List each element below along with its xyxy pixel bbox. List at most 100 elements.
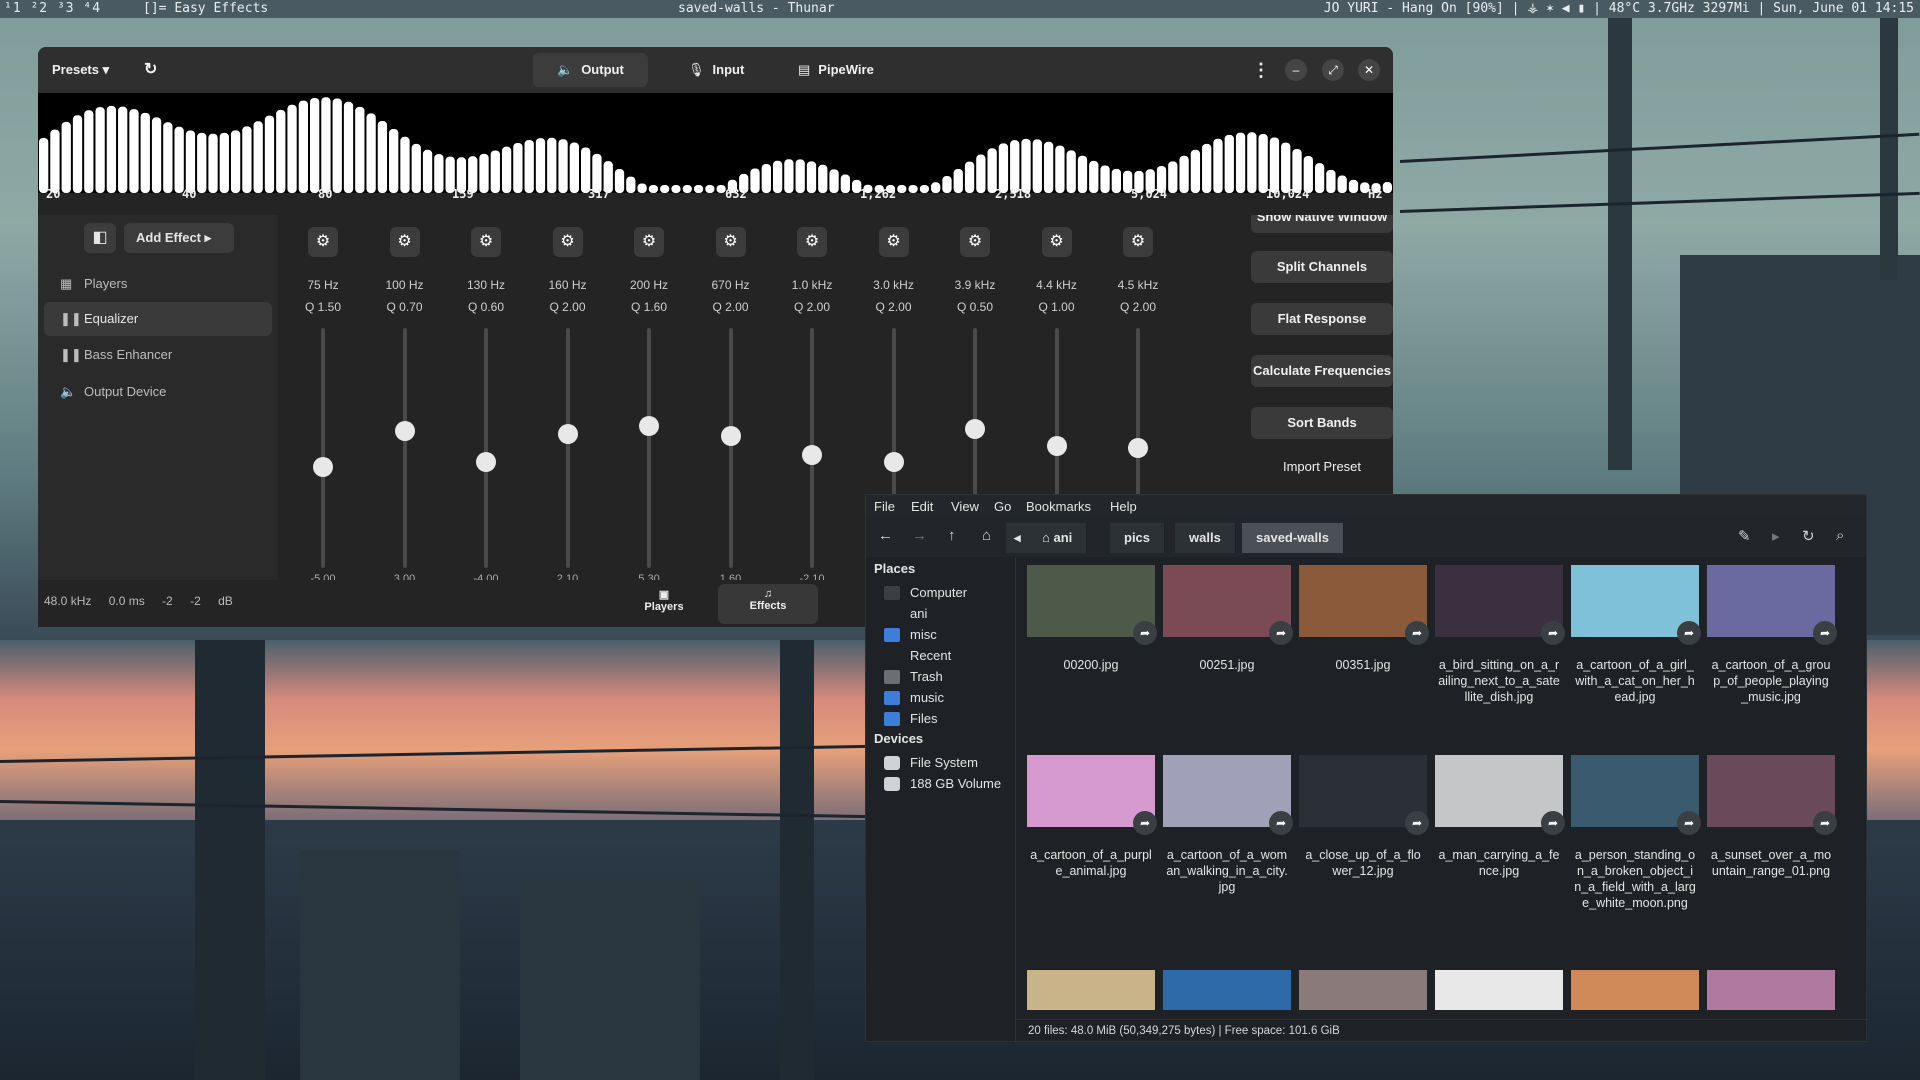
gear-icon[interactable]: ⚙ (960, 227, 990, 257)
file-item[interactable]: ➦ a_cartoon_of_a_girl_with_a_cat_on_her_h… (1570, 565, 1701, 705)
search-icon[interactable]: ⌕ (1836, 527, 1844, 544)
breadcrumb-ani[interactable]: ⌂ ani (1028, 523, 1088, 553)
place-files[interactable]: Files (884, 709, 937, 729)
footer-tab-players[interactable]: ▣ Players (614, 584, 714, 624)
file-thumbnail[interactable] (1299, 970, 1427, 1010)
breadcrumb-scroll-right-icon[interactable]: ▸ (1772, 527, 1780, 545)
gear-icon[interactable]: ⚙ (634, 227, 664, 257)
gear-icon[interactable]: ⚙ (878, 227, 909, 257)
file-item[interactable]: ➦ a_cartoon_of_a_woman_walking_in_a_city.… (1162, 755, 1293, 895)
file-thumbnail[interactable] (1163, 970, 1291, 1010)
footer-tab-effects[interactable]: ♫ Effects (718, 584, 818, 624)
flat-response-button[interactable]: Flat Response (1251, 303, 1393, 335)
breadcrumb-pics[interactable]: pics (1110, 523, 1166, 553)
menu-edit[interactable]: Edit (911, 499, 933, 514)
add-effect-button[interactable]: Add Effect ▸ (124, 223, 234, 253)
sidebar-toggle-button[interactable]: ◧ (84, 223, 116, 253)
reload-icon[interactable]: ↻ (1802, 527, 1815, 545)
file-item[interactable]: ➦ a_sunset_over_a_mountain_range_01.png (1706, 755, 1837, 879)
home-icon[interactable]: ⌂ (982, 527, 991, 544)
sidebar-item-output-device[interactable]: 🔈 Output Device (44, 375, 272, 409)
presets-menu-button[interactable]: Presets ▾ (52, 53, 109, 87)
file-item[interactable]: ➦ 00351.jpg (1298, 565, 1429, 673)
gear-icon[interactable]: ⚙ (797, 227, 827, 257)
file-name: 00251.jpg (1199, 658, 1255, 672)
maximize-button[interactable]: ⤢ (1322, 59, 1344, 81)
file-item[interactable]: ➦ 00200.jpg (1026, 565, 1157, 673)
show-native-window-button[interactable]: Show Native Window (1251, 215, 1393, 233)
band-slider-track[interactable] (647, 328, 651, 568)
edit-location-icon[interactable]: ✎ (1738, 527, 1751, 545)
import-preset-button[interactable]: Import Preset (1251, 451, 1393, 483)
file-thumbnail[interactable] (1707, 970, 1835, 1010)
menu-go[interactable]: Go (994, 499, 1011, 514)
breadcrumb-walls[interactable]: walls (1175, 523, 1236, 553)
band-slider-knob[interactable] (883, 452, 904, 473)
file-thumbnail[interactable] (1571, 970, 1699, 1010)
band-slider-track[interactable] (728, 328, 733, 568)
tab-input[interactable]: 🎙 Input (688, 53, 744, 87)
place-music[interactable]: music (884, 688, 944, 708)
gear-icon[interactable]: ⚙ (471, 227, 501, 257)
band-slider-knob[interactable] (802, 445, 822, 466)
file-item[interactable]: ➦ a_cartoon_of_a_group_of_people_playing_… (1706, 565, 1837, 705)
forward-arrow-icon[interactable]: → (912, 527, 927, 544)
device-item[interactable]: File System (884, 753, 978, 773)
layout-indicator[interactable]: []= (143, 1, 166, 16)
file-item[interactable]: ➦ a_close_up_of_a_flower_12.jpg (1298, 755, 1429, 879)
menu-view[interactable]: View (951, 499, 979, 514)
gear-icon[interactable]: ⚙ (715, 227, 746, 257)
place-ani[interactable]: ani (884, 604, 927, 624)
gear-icon[interactable]: ⚙ (308, 227, 338, 257)
minimize-button[interactable]: – (1285, 59, 1307, 81)
band-slider-knob[interactable] (1128, 438, 1148, 458)
place-recent[interactable]: Recent (884, 646, 951, 666)
kebab-menu-icon[interactable]: ⋮ (1252, 53, 1270, 87)
reset-icon[interactable]: ↻ (144, 53, 157, 87)
file-item[interactable]: ➦ a_man_carrying_a_fence.jpg (1434, 755, 1565, 879)
tab-pipewire[interactable]: ▤ PipeWire (798, 53, 874, 87)
menu-bookmarks[interactable]: Bookmarks (1026, 499, 1091, 514)
band-slider-knob[interactable] (476, 452, 496, 473)
file-thumbnail[interactable] (1027, 970, 1155, 1010)
split-channels-button[interactable]: Split Channels (1251, 251, 1393, 283)
band-slider-knob[interactable] (557, 423, 578, 444)
sidebar-item-bass-enhancer[interactable]: ❚❚ Bass Enhancer (44, 338, 272, 372)
band-slider-knob[interactable] (313, 457, 333, 478)
band-slider-track[interactable] (484, 328, 488, 568)
back-arrow-icon[interactable]: ← (878, 527, 893, 544)
file-item[interactable]: ➦ a_cartoon_of_a_purple_animal.jpg (1026, 755, 1157, 879)
place-misc[interactable]: misc (884, 625, 937, 645)
band-slider-knob[interactable] (394, 421, 415, 442)
gear-icon[interactable]: ⚙ (552, 227, 583, 257)
band-slider-track[interactable] (321, 328, 325, 568)
menu-help[interactable]: Help (1110, 499, 1137, 514)
sort-bands-button[interactable]: Sort Bands (1251, 407, 1393, 439)
sidebar-item-players[interactable]: ▦ Players (44, 267, 272, 301)
breadcrumb-saved-walls[interactable]: saved-walls (1242, 523, 1344, 553)
menu-file[interactable]: File (874, 499, 895, 514)
up-arrow-icon[interactable]: ↑ (948, 527, 956, 544)
file-item[interactable]: ➦ a_person_standing_on_a_broken_object_in… (1570, 755, 1701, 911)
band-slider-knob[interactable] (639, 416, 659, 437)
device-item[interactable]: 188 GB Volume (884, 774, 1001, 794)
band-slider-knob[interactable] (1046, 435, 1067, 456)
file-thumbnail[interactable] (1435, 970, 1563, 1010)
gear-icon[interactable]: ⚙ (1123, 227, 1153, 257)
breadcrumb-scroll-left-icon[interactable]: ◂ (1006, 523, 1030, 553)
place-computer[interactable]: Computer (884, 583, 967, 603)
file-item[interactable]: ➦ a_bird_sitting_on_a_railing_next_to_a_s… (1434, 565, 1565, 705)
workspace-list[interactable]: ¹1 ²2 ³3 ⁴4 (4, 0, 101, 18)
file-item[interactable]: ➦ 00251.jpg (1162, 565, 1293, 673)
place-trash[interactable]: Trash (884, 667, 943, 687)
gear-icon[interactable]: ⚙ (389, 227, 420, 257)
band-slider-track[interactable] (402, 328, 407, 568)
close-button[interactable]: ✕ (1358, 59, 1380, 81)
calculate-frequencies-button[interactable]: Calculate Frequencies (1251, 355, 1393, 387)
tab-output[interactable]: 🔈 Output (533, 53, 648, 87)
band-slider-track[interactable] (565, 328, 570, 568)
band-slider-knob[interactable] (720, 426, 741, 446)
sidebar-item-equalizer[interactable]: ❚❚ Equalizer (44, 302, 272, 336)
gear-icon[interactable]: ⚙ (1041, 227, 1072, 257)
band-slider-knob[interactable] (965, 418, 985, 439)
